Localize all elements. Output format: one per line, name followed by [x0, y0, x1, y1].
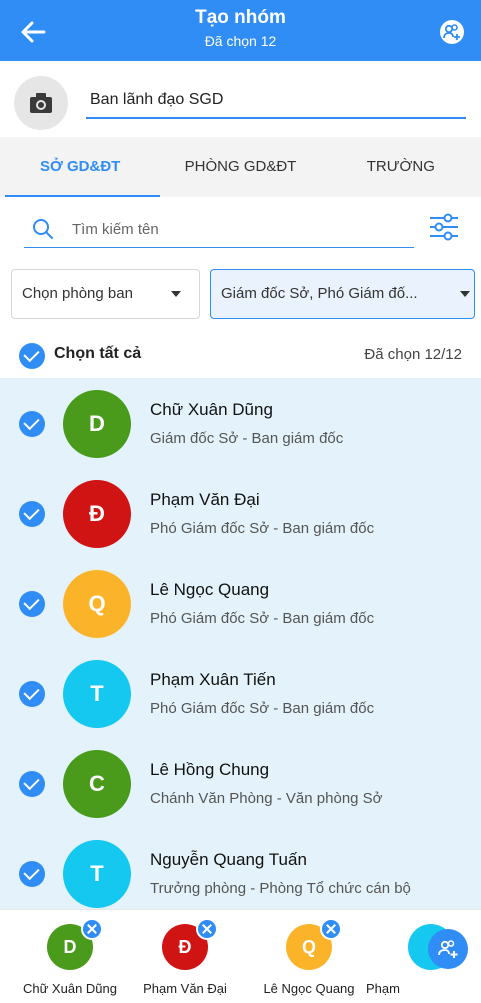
member-name: Phạm Văn Đại [150, 490, 260, 509]
group-name-input[interactable]: Ban lãnh đạo SGD [86, 87, 466, 119]
member-name: Nguyễn Quang Tuấn [150, 850, 307, 869]
group-photo-button[interactable] [14, 76, 68, 130]
chevron-down-icon [171, 291, 181, 297]
selected-chip[interactable]: Đ Phạm Văn Đại [130, 910, 240, 1003]
position-dropdown-label: Giám đốc Sở, Phó Giám đố... [221, 285, 418, 302]
chip-name: Phạm Văn Đại [143, 981, 227, 996]
page-subtitle: Đã chọn 12 [204, 33, 277, 49]
member-role: Phó Giám đốc Sở - Ban giám đốc [150, 520, 375, 537]
selected-members-bar: D Chữ Xuân Dũng Đ Phạm Văn Đại Q Lê Ngọc… [0, 909, 481, 1003]
list-item[interactable]: D Chữ Xuân Dũng Giám đốc Sở - Ban giám đ… [0, 378, 481, 468]
chip-name: Lê Ngọc Quang [263, 981, 355, 996]
chevron-down-icon [460, 291, 470, 297]
list-item[interactable]: Q Lê Ngọc Quang Phó Giám đốc Sở - Ban gi… [0, 558, 481, 648]
member-role: Giám đốc Sở - Ban giám đốc [150, 430, 344, 447]
search-icon [33, 219, 53, 239]
remove-icon[interactable] [196, 918, 218, 940]
camera-icon [30, 93, 52, 113]
checkbox-checked-icon[interactable] [19, 501, 45, 527]
checkbox-checked-icon[interactable] [19, 861, 45, 887]
select-all-label: Chọn tất cả [54, 345, 142, 362]
group-add-icon [438, 940, 458, 958]
org-tabs: SỞ GD&ĐT PHÒNG GD&ĐT TRƯỜNG [0, 137, 481, 197]
chip-name: Phạm [366, 981, 400, 996]
member-name: Lê Hồng Chung [150, 760, 270, 779]
member-role: Phó Giám đốc Sở - Ban giám đốc [150, 610, 375, 627]
list-item[interactable]: Đ Phạm Văn Đại Phó Giám đốc Sở - Ban giá… [0, 468, 481, 558]
selected-count: Đã chọn 12/12 [364, 346, 462, 363]
select-all-row[interactable]: Chọn tất cả Đã chọn 12/12 [0, 334, 481, 378]
selected-chip[interactable]: Q Lê Ngọc Quang [254, 910, 364, 1003]
selected-chip[interactable]: D Chữ Xuân Dũng [15, 910, 125, 1003]
checkbox-checked-icon[interactable] [19, 681, 45, 707]
member-role: Phó Giám đốc Sở - Ban giám đốc [150, 700, 375, 717]
avatar: D [63, 390, 131, 458]
avatar: T [63, 840, 131, 908]
checkbox-checked-icon[interactable] [19, 591, 45, 617]
list-item[interactable]: T Phạm Xuân Tiến Phó Giám đốc Sở - Ban g… [0, 648, 481, 738]
group-name-row: Ban lãnh đạo SGD [0, 61, 481, 137]
checkbox-checked-icon[interactable] [19, 411, 45, 437]
remove-icon[interactable] [81, 918, 103, 940]
filter-sliders-icon[interactable] [428, 211, 460, 243]
page-title: Tạo nhóm [195, 7, 286, 28]
department-dropdown-label: Chọn phòng ban [22, 285, 133, 302]
position-dropdown[interactable]: Giám đốc Sở, Phó Giám đố... [210, 269, 475, 319]
checkbox-checked-icon[interactable] [19, 771, 45, 797]
tab-so-gddt[interactable]: SỞ GD&ĐT [0, 137, 161, 197]
group-add-icon[interactable] [439, 19, 465, 45]
avatar: T [63, 660, 131, 728]
app-header: Tạo nhóm Đã chọn 12 [0, 0, 481, 61]
member-role: Chánh Văn Phòng - Văn phòng Sở [150, 790, 383, 807]
list-item[interactable]: C Lê Hồng Chung Chánh Văn Phòng - Văn ph… [0, 738, 481, 828]
avatar: C [63, 750, 131, 818]
member-list: D Chữ Xuân Dũng Giám đốc Sở - Ban giám đ… [0, 378, 481, 909]
header-titles: Tạo nhóm Đã chọn 12 [0, 6, 481, 51]
remove-icon[interactable] [320, 918, 342, 940]
search-bar [24, 210, 414, 248]
checkbox-checked-icon[interactable] [19, 343, 45, 369]
avatar: Đ [63, 480, 131, 548]
member-name: Phạm Xuân Tiến [150, 670, 276, 689]
tab-truong[interactable]: TRƯỜNG [321, 137, 481, 197]
member-name: Chữ Xuân Dũng [150, 400, 273, 419]
member-role: Trưởng phòng - Phòng Tổ chức cán bộ [150, 880, 411, 897]
avatar: Q [63, 570, 131, 638]
tab-phong-gddt[interactable]: PHÒNG GD&ĐT [160, 137, 320, 197]
create-group-fab[interactable] [428, 929, 468, 969]
list-item[interactable]: T Nguyễn Quang Tuấn Trưởng phòng - Phòng… [0, 828, 481, 909]
department-dropdown[interactable]: Chọn phòng ban [11, 269, 200, 319]
search-input[interactable] [72, 216, 402, 242]
chip-name: Chữ Xuân Dũng [23, 981, 117, 996]
member-name: Lê Ngọc Quang [150, 580, 270, 599]
